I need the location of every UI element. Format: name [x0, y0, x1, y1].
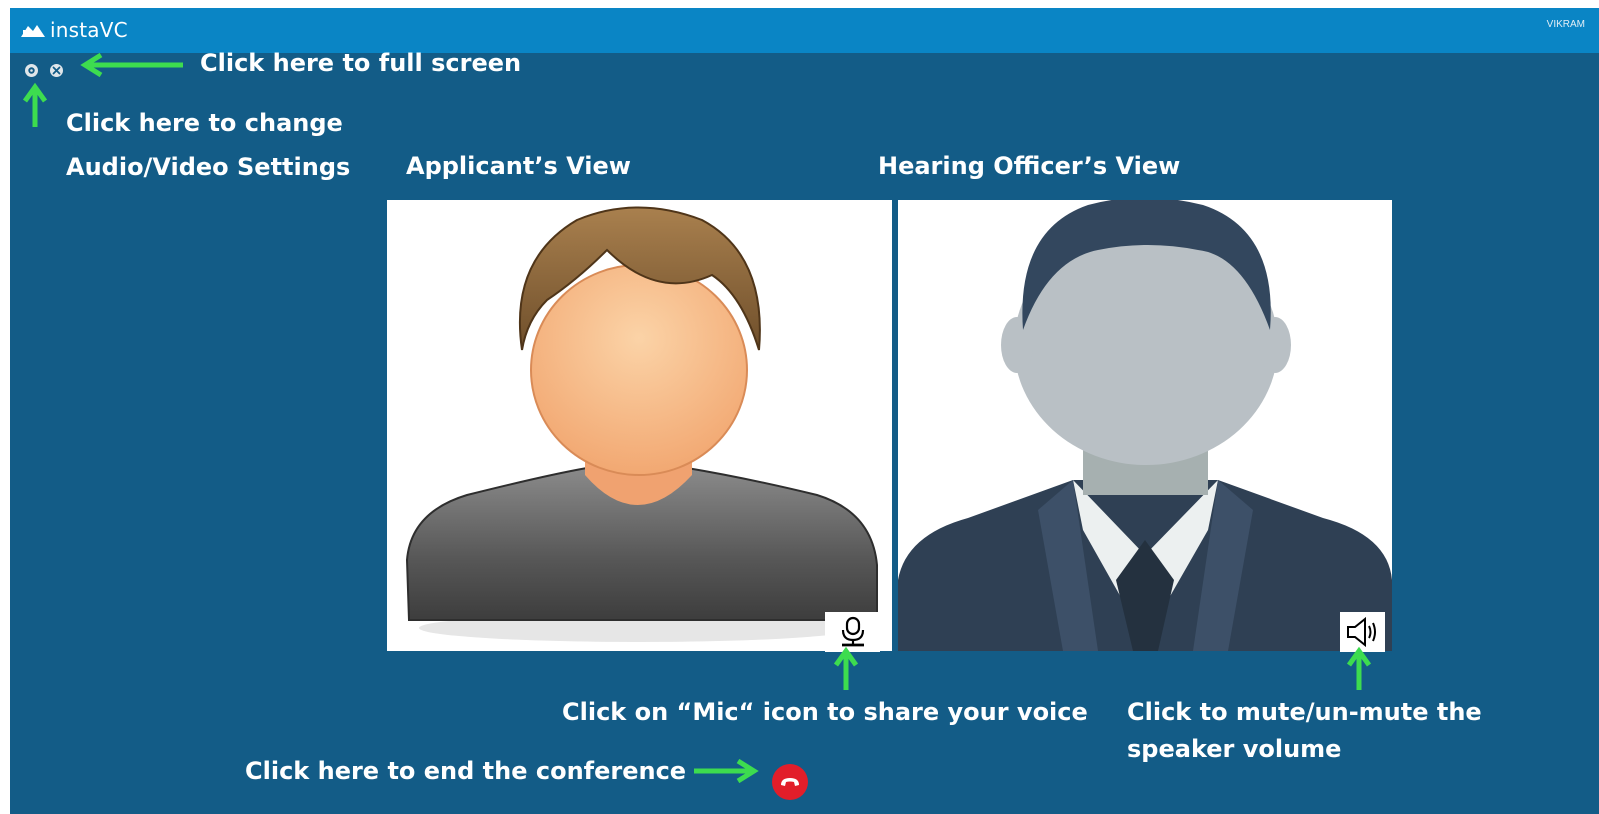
end-call-annotation: Click here to end the conference	[245, 757, 687, 785]
settings-button[interactable]	[25, 64, 38, 77]
app-name: instaVC	[50, 18, 128, 42]
conference-window: instaVC VIKRAM Click here to full screen…	[10, 8, 1599, 814]
speaker-icon	[1346, 617, 1376, 647]
applicant-video	[387, 200, 892, 651]
arrow-to-settings	[23, 82, 47, 127]
speaker-annotation-line2: speaker volume	[1127, 735, 1342, 763]
speaker-annotation-line1: Click to mute/un-mute the	[1127, 698, 1482, 726]
user-name: VIKRAM	[1546, 19, 1585, 30]
officer-avatar	[898, 200, 1392, 651]
fullscreen-button[interactable]	[50, 64, 63, 77]
applicant-avatar	[405, 206, 878, 642]
title-bar: instaVC VIKRAM	[10, 8, 1599, 53]
end-call-button[interactable]	[772, 764, 808, 800]
officer-video	[898, 200, 1392, 651]
phone-hangup-icon	[781, 778, 799, 786]
officer-view-label: Hearing Officer’s View	[878, 152, 1181, 180]
gear-icon	[28, 67, 35, 74]
fullscreen-icon	[52, 66, 61, 75]
settings-annotation-line2: Audio/Video Settings	[66, 153, 351, 181]
arrow-to-end-call	[694, 759, 759, 783]
arrow-to-speaker	[1347, 646, 1371, 690]
mic-annotation: Click on “Mic“ icon to share your voice	[562, 698, 1088, 726]
app-logo: instaVC	[20, 18, 128, 42]
applicant-view-label: Applicant’s View	[406, 152, 631, 180]
microphone-icon	[841, 616, 864, 647]
arrow-to-mic	[834, 646, 858, 690]
fullscreen-annotation: Click here to full screen	[200, 49, 522, 77]
camera-logo-icon	[21, 25, 45, 37]
arrow-to-fullscreen	[80, 53, 183, 77]
settings-annotation-line1: Click here to change	[66, 109, 343, 137]
